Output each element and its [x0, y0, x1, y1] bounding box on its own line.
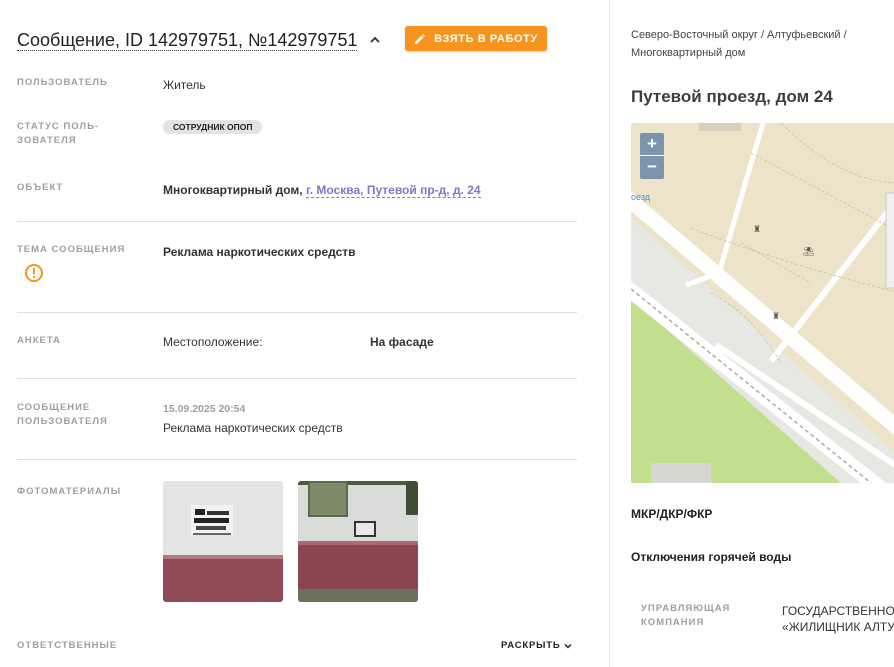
photo-thumbnail-1[interactable]: [163, 481, 283, 602]
breadcrumb: Северо-Восточный округ / Алтуфьевский / …: [631, 26, 881, 62]
message-title[interactable]: Сообщение, ID 142979751, №142979751: [17, 30, 358, 51]
photo-thumbnail-2[interactable]: [298, 481, 418, 602]
take-to-work-label: ВЗЯТЬ В РАБОТУ: [434, 32, 538, 45]
management-company-label-line2: КОМПАНИЯ: [641, 617, 705, 628]
management-company-value-line2: «ЖИЛИЩНИК АЛТУ: [782, 620, 894, 634]
map-zoom-controls: + −: [640, 133, 664, 179]
divider: [17, 378, 577, 379]
map-tiles: ♜ ⛱ ♜ оезд: [631, 123, 894, 483]
zoom-out-button[interactable]: −: [640, 156, 664, 179]
management-company-label-line1: УПРАВЛЯЮЩАЯ: [641, 603, 731, 614]
divider: [17, 221, 577, 222]
form-key: Местоположение:: [163, 335, 263, 349]
responsible-label: ОТВЕТСТВЕННЫЕ: [17, 640, 118, 651]
object-type: Многоквартирный дом,: [163, 183, 303, 197]
form-label: АНКЕТА: [17, 335, 61, 346]
user-value: Житель: [163, 78, 206, 92]
object-address-title: Путевой проезд, дом 24: [631, 87, 833, 106]
user-status-label: СТАТУС ПОЛЬ- ЗОВАТЕЛЯ: [17, 120, 99, 148]
message-label-line1: СООБЩЕНИЕ: [17, 402, 91, 413]
map[interactable]: ♜ ⛱ ♜ оезд + −: [631, 123, 894, 483]
hot-water-heading: Отключения горячей воды: [631, 550, 792, 564]
pencil-icon: [415, 33, 426, 44]
message-date: 15.09.2025 20:54: [163, 403, 246, 415]
user-status-label-line2: ЗОВАТЕЛЯ: [17, 135, 77, 146]
svg-text:♜: ♜: [772, 312, 780, 322]
object-label: ОБЪЕКТ: [17, 182, 64, 193]
user-status-label-line1: СТАТУС ПОЛЬ-: [17, 121, 100, 132]
wall-photo-image: [163, 481, 283, 602]
topic-label: ТЕМА СООБЩЕНИЯ: [17, 244, 126, 255]
topic-value: Реклама наркотических средств: [163, 245, 356, 259]
form-value: На фасаде: [370, 335, 434, 349]
svg-text:♜: ♜: [753, 225, 761, 235]
management-company-value: ГОСУДАРСТВЕННОЕ «ЖИЛИЩНИК АЛТУ: [782, 603, 894, 635]
chevron-up-icon[interactable]: [368, 33, 382, 47]
wall-photo-image: [298, 481, 418, 602]
reveal-button[interactable]: РАСКРЫТЬ: [501, 640, 572, 651]
divider: [17, 459, 577, 460]
breadcrumb-line2: Многоквартирный дом: [631, 47, 746, 59]
svg-text:⛱: ⛱: [803, 246, 814, 257]
management-company-value-line1: ГОСУДАРСТВЕННОЕ: [782, 604, 894, 618]
message-text: Реклама наркотических средств: [163, 421, 343, 435]
chevron-down-icon: [564, 643, 572, 648]
message-panel: Сообщение, ID 142979751, №142979751 ВЗЯТ…: [0, 0, 609, 667]
breadcrumb-line1: Северо-Восточный округ / Алтуфьевский /: [631, 29, 847, 41]
zoom-in-button[interactable]: +: [640, 133, 664, 156]
photos-label: ФОТОМАТЕРИАЛЫ: [17, 486, 122, 497]
map-road-label: оезд: [631, 192, 651, 202]
object-info-panel: Северо-Восточный округ / Алтуфьевский / …: [610, 0, 894, 667]
management-company-label: УПРАВЛЯЮЩАЯ КОМПАНИЯ: [641, 602, 730, 630]
message-label: СООБЩЕНИЕ ПОЛЬЗОВАТЕЛЯ: [17, 401, 108, 429]
divider: [17, 312, 577, 313]
user-status-badge: СОТРУДНИК ОПОП: [163, 120, 263, 134]
warning-circle-icon: [25, 264, 43, 282]
message-label-line2: ПОЛЬЗОВАТЕЛЯ: [17, 416, 108, 427]
reveal-label: РАСКРЫТЬ: [501, 640, 561, 651]
object-address-link[interactable]: г. Москва, Путевой пр-д, д. 24: [305, 183, 481, 198]
mkr-heading: МКР/ДКР/ФКР: [631, 507, 713, 521]
user-label: ПОЛЬЗОВАТЕЛЬ: [17, 77, 108, 88]
object-value: Многоквартирный дом, г. Москва, Путевой …: [163, 182, 481, 198]
take-to-work-button[interactable]: ВЗЯТЬ В РАБОТУ: [405, 26, 547, 51]
